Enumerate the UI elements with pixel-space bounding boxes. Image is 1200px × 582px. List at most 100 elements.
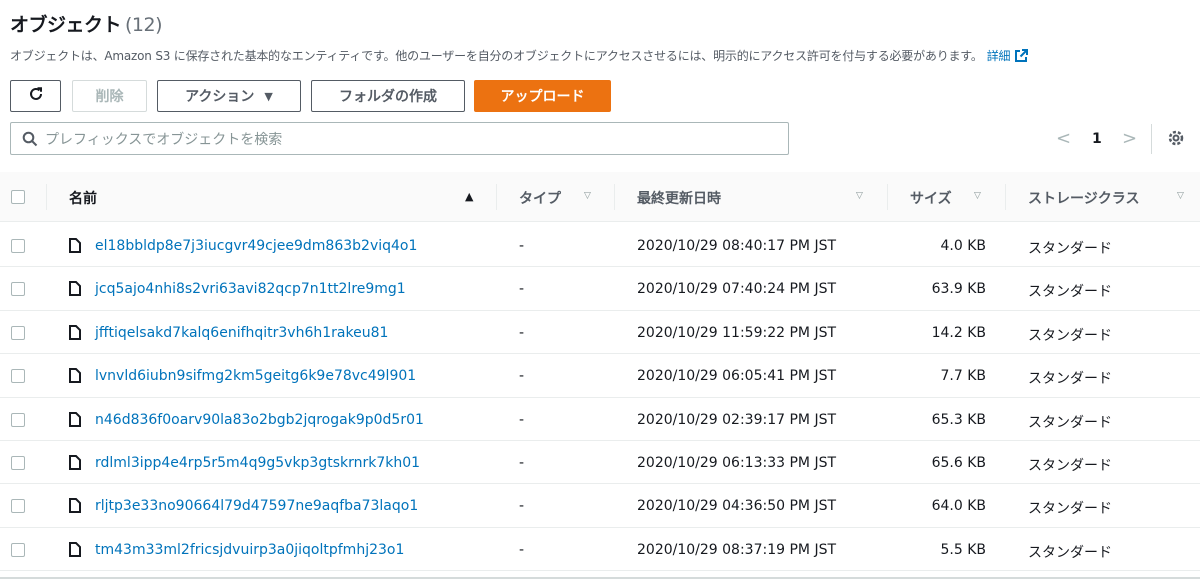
object-type: -: [519, 541, 525, 558]
table-row: jcq5ajo4nhi8s2vri63avi82qcp7n1tt2lre9mg1…: [0, 267, 1200, 311]
refresh-button[interactable]: [10, 80, 61, 112]
row-checkbox[interactable]: [11, 282, 25, 297]
object-modified: 2020/10/29 11:59:22 PM JST: [637, 324, 837, 341]
table-row: jfftiqelsakd7kalq6enifhqitr3vh6h1rakeu81…: [0, 311, 1200, 355]
sort-icon[interactable]: ▽: [584, 191, 591, 201]
column-header-storage-class[interactable]: ストレージクラス: [1028, 188, 1139, 208]
upload-button[interactable]: アップロード: [474, 80, 611, 112]
object-modified: 2020/10/29 06:13:33 PM JST: [637, 454, 837, 471]
table-row: rljtp3e33no90664l79d47597ne9aqfba73laqo1…: [0, 484, 1200, 528]
refresh-icon: [27, 85, 45, 107]
chevron-left-icon[interactable]: <: [1056, 128, 1071, 149]
object-size: 7.7 KB: [940, 368, 987, 385]
object-type: -: [519, 368, 525, 385]
object-name-link[interactable]: n46d836f0oarv90la83o2bgb2jqrogak9p0d5r01: [95, 412, 424, 428]
file-icon: [69, 411, 81, 431]
search-icon: [22, 131, 38, 147]
row-checkbox[interactable]: [11, 325, 25, 340]
objects-header: オブジェクト (12): [10, 10, 163, 37]
table-header: 名前 ▲ タイプ ▽ 最終更新日時 ▽ サイズ ▽ ストレージクラス ▽: [0, 172, 1200, 222]
details-link[interactable]: 詳細: [987, 49, 1011, 63]
select-all-checkbox[interactable]: [11, 190, 25, 204]
page-title: オブジェクト (12): [10, 10, 163, 37]
file-icon: [69, 368, 81, 387]
sort-asc-icon[interactable]: ▲: [465, 190, 473, 203]
chevron-right-icon[interactable]: >: [1122, 128, 1137, 149]
object-modified: 2020/10/29 06:05:41 PM JST: [637, 368, 837, 385]
object-storage-class: スタンダード: [1028, 544, 1112, 561]
object-name-link[interactable]: tm43m33ml2fricsjdvuirp3a0jiqoltpfmhj23o1: [95, 542, 404, 558]
object-size: 65.6 KB: [931, 454, 986, 471]
file-icon: [69, 454, 81, 474]
object-storage-class: スタンダード: [1028, 327, 1112, 344]
file-icon: [69, 541, 81, 561]
page-number[interactable]: 1: [1092, 131, 1102, 147]
table-body: el18bbldp8e7j3iucgvr49cjee9dm863b2viq4o1…: [0, 224, 1200, 572]
object-modified: 2020/10/29 08:40:17 PM JST: [637, 238, 837, 254]
file-icon: [69, 281, 81, 300]
column-header-modified[interactable]: 最終更新日時: [637, 188, 721, 208]
actions-label: アクション: [185, 89, 255, 105]
object-size: 64.0 KB: [931, 498, 986, 515]
object-type: -: [519, 454, 525, 471]
search-placeholder: プレフィックスでオブジェクトを検索: [45, 131, 283, 148]
row-checkbox[interactable]: [11, 239, 25, 253]
file-icon: [69, 238, 81, 257]
sort-icon[interactable]: ▽: [1177, 191, 1184, 201]
table-row: rdlml3ipp4e4rp5r5m4q9g5vkp3gtskrnrk7kh01…: [0, 441, 1200, 485]
object-storage-class: スタンダード: [1028, 457, 1112, 474]
description-text: オブジェクトは、Amazon S3 に保存された基本的なエンティティです。他のユ…: [10, 49, 983, 63]
column-divider: [1005, 184, 1006, 210]
object-name-link[interactable]: rljtp3e33no90664l79d47597ne9aqfba73laqo1: [95, 498, 418, 514]
external-link-icon[interactable]: [1014, 49, 1029, 66]
row-checkbox[interactable]: [11, 542, 25, 557]
object-type: -: [519, 324, 525, 341]
table-row: n46d836f0oarv90la83o2bgb2jqrogak9p0d5r01…: [0, 398, 1200, 441]
object-type: -: [519, 411, 525, 428]
page-title-text: オブジェクト: [10, 14, 122, 36]
gear-icon[interactable]: [1166, 128, 1186, 152]
object-modified: 2020/10/29 08:37:19 PM JST: [637, 541, 837, 558]
row-checkbox[interactable]: [11, 369, 25, 384]
sort-icon[interactable]: ▽: [974, 191, 981, 201]
object-storage-class: スタンダード: [1028, 284, 1112, 301]
object-name-link[interactable]: jcq5ajo4nhi8s2vri63avi82qcp7n1tt2lre9mg1: [95, 281, 406, 297]
row-checkbox[interactable]: [11, 499, 25, 514]
caret-down-icon: ▼: [264, 89, 273, 103]
object-type: -: [519, 238, 525, 254]
table-row: tm43m33ml2fricsjdvuirp3a0jiqoltpfmhj23o1…: [0, 528, 1200, 572]
create-folder-button[interactable]: フォルダの作成: [311, 80, 465, 112]
table-bottom-border: [0, 577, 1200, 579]
pager-divider: [1151, 124, 1152, 154]
object-storage-class: スタンダード: [1028, 501, 1112, 518]
column-header-type[interactable]: タイプ: [519, 188, 561, 208]
object-name-link[interactable]: rdlml3ipp4e4rp5r5m4q9g5vkp3gtskrnrk7kh01: [95, 455, 420, 471]
row-checkbox[interactable]: [11, 455, 25, 470]
column-header-name[interactable]: 名前: [69, 188, 97, 208]
object-modified: 2020/10/29 02:39:17 PM JST: [637, 411, 837, 428]
object-type: -: [519, 498, 525, 515]
file-icon: [69, 324, 81, 344]
column-divider: [46, 184, 47, 210]
file-icon: [69, 498, 81, 517]
search-input[interactable]: プレフィックスでオブジェクトを検索: [10, 122, 789, 155]
object-name-link[interactable]: lvnvld6iubn9sifmg2km5geitg6k9e78vc49l901: [95, 368, 416, 384]
sort-icon[interactable]: ▽: [856, 191, 863, 201]
description: オブジェクトは、Amazon S3 に保存された基本的なエンティティです。他のユ…: [10, 47, 1029, 66]
object-size: 14.2 KB: [931, 324, 986, 341]
object-modified: 2020/10/29 07:40:24 PM JST: [637, 281, 837, 298]
object-size: 65.3 KB: [931, 411, 986, 428]
row-checkbox[interactable]: [11, 412, 25, 427]
object-name-link[interactable]: el18bbldp8e7j3iucgvr49cjee9dm863b2viq4o1: [95, 238, 417, 254]
object-size: 5.5 KB: [940, 541, 987, 558]
object-name-link[interactable]: jfftiqelsakd7kalq6enifhqitr3vh6h1rakeu81: [95, 325, 388, 341]
delete-button[interactable]: 削除: [72, 80, 147, 112]
column-header-size[interactable]: サイズ: [910, 188, 952, 208]
object-storage-class: スタンダード: [1028, 414, 1112, 431]
object-size: 63.9 KB: [931, 281, 986, 298]
table-row: el18bbldp8e7j3iucgvr49cjee9dm863b2viq4o1…: [0, 224, 1200, 268]
column-divider: [614, 184, 615, 210]
object-type: -: [519, 281, 525, 298]
object-storage-class: スタンダード: [1028, 241, 1112, 257]
actions-dropdown[interactable]: アクション ▼: [157, 80, 301, 112]
